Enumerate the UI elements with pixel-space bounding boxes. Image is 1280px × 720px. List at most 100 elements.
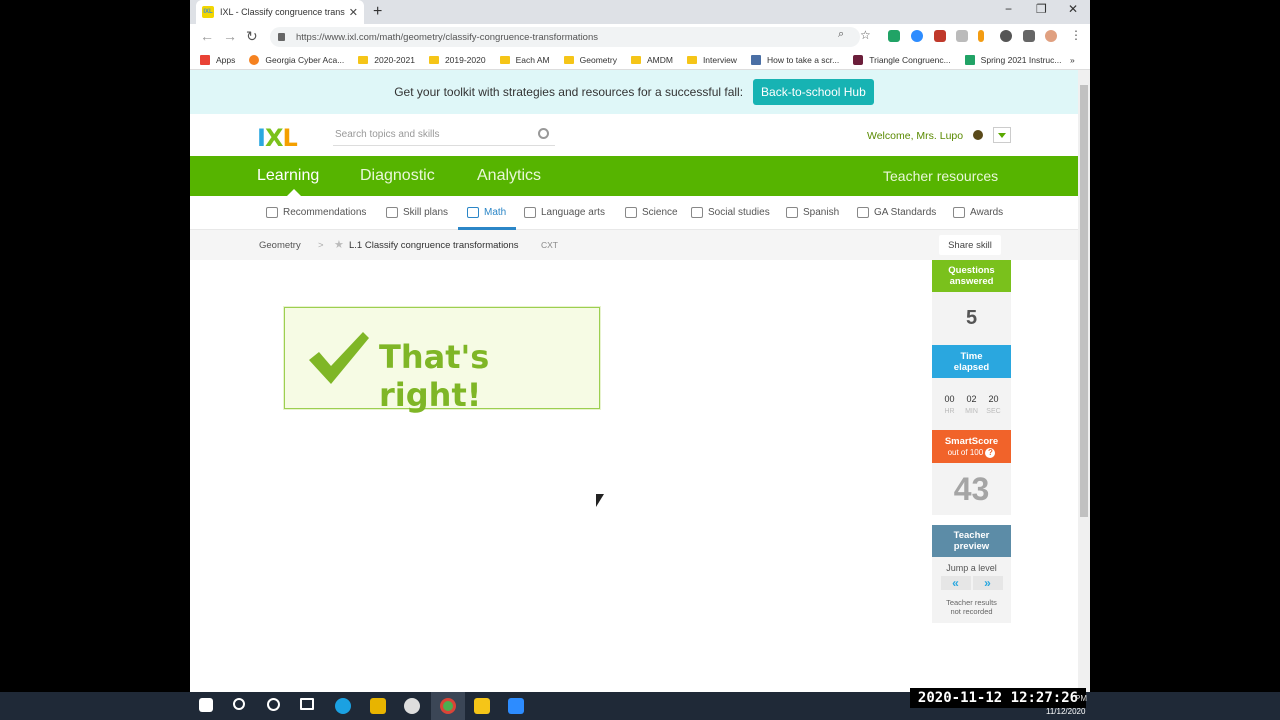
time-seconds: 20 [988, 394, 999, 404]
store-icon[interactable] [370, 698, 386, 714]
cortana-icon[interactable] [267, 698, 280, 711]
account-dropdown-icon[interactable] [993, 127, 1011, 143]
apps-grid-icon [200, 54, 210, 65]
subject-language-arts[interactable]: Language arts [524, 207, 605, 218]
active-nav-pointer [287, 189, 301, 196]
bookmark-folder[interactable]: Geometry [563, 55, 617, 65]
url-text: https://www.ixl.com/math/geometry/classi… [296, 31, 598, 43]
maximize-icon[interactable]: ❐ [1036, 2, 1047, 16]
teacher-results-note: Teacher results not recorded [946, 598, 997, 616]
extension-orange-icon[interactable] [978, 30, 984, 42]
back-arrow-icon[interactable]: ← [200, 28, 214, 44]
teacher-preview-header: Teacher preview [932, 525, 1011, 557]
bookmark-folder[interactable]: 2019-2020 [428, 55, 486, 65]
zoom-extension-icon[interactable] [911, 30, 923, 42]
url-input[interactable]: https://www.ixl.com/math/geometry/classi… [270, 27, 860, 47]
breadcrumb-geometry[interactable]: Geometry [259, 240, 301, 251]
subject-math[interactable]: Math [467, 207, 506, 218]
task-view-icon[interactable] [300, 698, 314, 710]
bookmark-triangle[interactable]: Triangle Congruenc... [853, 54, 951, 65]
folder-icon [428, 55, 439, 64]
video-icon [750, 54, 761, 65]
app-icon[interactable] [404, 698, 420, 714]
reload-icon[interactable]: ↻ [246, 28, 258, 45]
feedback-message: That's right! [379, 338, 490, 414]
standards-icon [857, 207, 869, 218]
new-tab-icon[interactable]: + [373, 3, 382, 21]
extension-green-icon[interactable] [888, 30, 900, 42]
subject-awards[interactable]: Awards [953, 207, 1003, 218]
lock-icon [278, 33, 285, 41]
bookmark-folder[interactable]: 2020-2021 [358, 55, 415, 65]
puzzle-icon[interactable] [1023, 30, 1035, 42]
favorite-star-icon[interactable]: ★ [334, 238, 344, 251]
bookmark-folder[interactable]: AMDM [630, 55, 673, 65]
math-icon [467, 207, 479, 218]
ixl-logo[interactable]: I X L [257, 124, 298, 152]
clock-ampm: PM [1075, 694, 1087, 703]
menu-kebab-icon[interactable]: ⋮ [1070, 28, 1082, 42]
browser-tab[interactable]: IXL IXL - Classify congruence transfo ✕ [196, 0, 364, 24]
share-skill-button[interactable]: Share skill [939, 235, 1001, 255]
folder-icon [630, 55, 641, 64]
extension-dark-icon[interactable] [1000, 30, 1012, 42]
tab-bar: IXL IXL - Classify congruence transfo ✕ … [190, 0, 1090, 24]
time-seconds-unit: SEC [986, 408, 1001, 415]
bookmark-folder[interactable]: Interview [686, 55, 737, 65]
subject-science[interactable]: Science [625, 207, 678, 218]
subject-recommendations[interactable]: Recommendations [266, 207, 366, 218]
bookmarks-more-icon[interactable]: » [1070, 55, 1075, 65]
site-icon [853, 54, 864, 65]
subject-ga-standards[interactable]: GA Standards [857, 207, 936, 218]
zoom-app-icon[interactable] [508, 698, 524, 714]
bookmark-georgia-cyber[interactable]: Georgia Cyber Aca... [249, 54, 344, 65]
subject-social-studies[interactable]: Social studies [691, 207, 770, 218]
nav-learning[interactable]: Learning [257, 167, 319, 185]
profile-avatar[interactable] [1045, 30, 1057, 42]
smartscore-help-icon[interactable]: ? [985, 447, 996, 458]
tab-close-icon[interactable]: ✕ [349, 6, 358, 19]
edge-icon[interactable] [335, 698, 351, 714]
time-minutes-unit: MIN [965, 408, 978, 415]
next-level-button[interactable]: » [972, 576, 1003, 590]
window-close-icon[interactable]: ✕ [1068, 2, 1078, 16]
search-input[interactable]: Search topics and skills [333, 124, 555, 146]
previous-level-button[interactable]: « [940, 576, 971, 590]
site-icon [249, 54, 260, 65]
windows-taskbar [0, 692, 1280, 720]
main-nav: Learning Diagnostic Analytics Teacher re… [190, 156, 1078, 196]
questions-answered-value: 5 [932, 292, 1011, 345]
bookmark-spring[interactable]: Spring 2021 Instruc... [964, 54, 1061, 65]
file-explorer-icon[interactable] [474, 698, 490, 714]
bookmark-how-to[interactable]: How to take a scr... [750, 54, 839, 65]
search-icon[interactable] [538, 128, 549, 139]
nav-teacher-resources[interactable]: Teacher resources [883, 168, 998, 184]
user-avatar-icon [973, 130, 983, 140]
recording-timestamp: 2020-11-12 12:27:26 [910, 688, 1086, 708]
nav-analytics[interactable]: Analytics [477, 167, 541, 185]
subject-skill-plans[interactable]: Skill plans [386, 207, 448, 218]
nav-diagnostic[interactable]: Diagnostic [360, 167, 435, 185]
extension-red-icon[interactable] [934, 30, 946, 42]
scrollbar-thumb[interactable] [1080, 85, 1088, 517]
minimize-icon[interactable]: − [1005, 2, 1012, 16]
extension-grey-icon[interactable] [956, 30, 968, 42]
zoom-icon[interactable]: ⌕ [838, 28, 844, 41]
bookmark-folder[interactable]: Each AM [499, 55, 550, 65]
awards-icon [953, 207, 965, 218]
mouse-cursor-icon [596, 494, 604, 507]
subject-spanish[interactable]: Spanish [786, 207, 839, 218]
search-taskbar-icon[interactable] [233, 698, 245, 710]
smartscore-value: 43 [932, 463, 1011, 515]
jump-level-label: Jump a level [946, 563, 997, 573]
welcome-text[interactable]: Welcome, Mrs. Lupo [867, 130, 963, 142]
teacher-preview-panel: Jump a level «» Teacher results not reco… [932, 557, 1011, 623]
ixl-favicon-icon: IXL [202, 6, 214, 18]
forward-arrow-icon[interactable]: → [223, 28, 237, 44]
windows-start-icon[interactable] [199, 698, 213, 712]
bookmark-apps[interactable]: Apps [200, 54, 235, 65]
screen: IXL IXL - Classify congruence transfo ✕ … [0, 0, 1280, 720]
back-to-school-button[interactable]: Back-to-school Hub [753, 79, 874, 105]
chrome-icon[interactable] [440, 698, 456, 714]
bookmark-star-icon[interactable]: ☆ [860, 28, 871, 42]
